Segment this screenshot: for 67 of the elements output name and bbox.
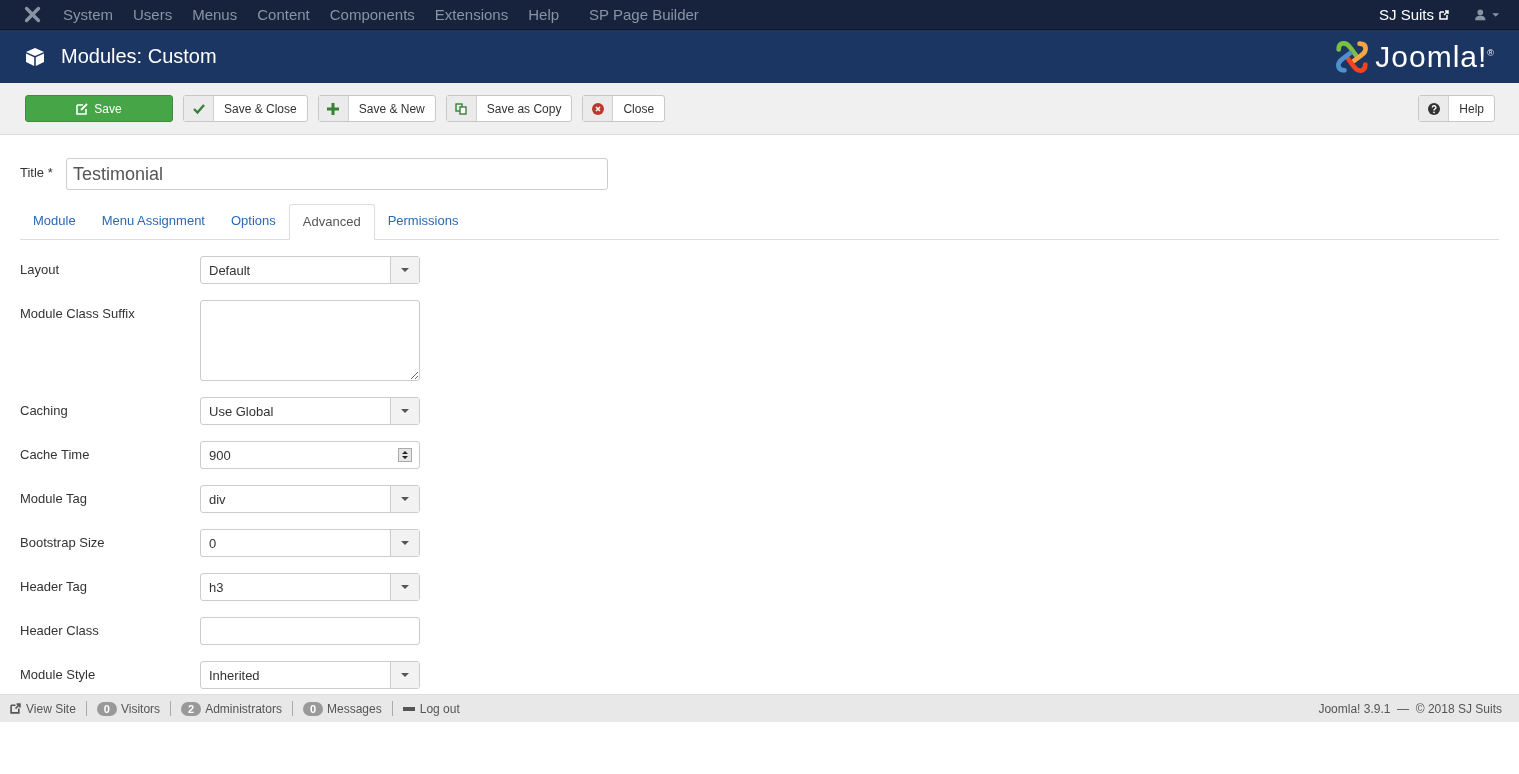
check-icon bbox=[192, 102, 205, 115]
logout-link[interactable]: Log out bbox=[419, 701, 460, 716]
caret-icon bbox=[401, 497, 409, 501]
caret-icon bbox=[401, 585, 409, 589]
user-menu-icon[interactable] bbox=[1475, 8, 1501, 21]
select-field[interactable]: Inherited bbox=[200, 661, 420, 689]
site-link[interactable]: SJ Suits bbox=[1378, 6, 1434, 23]
count-badge: 0 bbox=[302, 701, 323, 716]
menu-item[interactable]: Menus bbox=[192, 6, 238, 23]
help-icon bbox=[1427, 102, 1440, 115]
field-label: Header Tag bbox=[20, 578, 88, 594]
field-label: Bootstrap Size bbox=[20, 534, 106, 550]
caret-icon bbox=[401, 541, 409, 545]
menu-item[interactable]: Users bbox=[133, 6, 173, 23]
number-field[interactable]: 900 bbox=[200, 441, 420, 469]
field-label: Layout bbox=[20, 261, 61, 277]
select-field[interactable]: div bbox=[200, 485, 420, 513]
tab[interactable]: Permissions bbox=[374, 204, 472, 239]
status-link[interactable]: Messages bbox=[327, 701, 382, 716]
menu-item[interactable]: SP Page Builder bbox=[589, 6, 699, 23]
tab[interactable]: Module bbox=[20, 204, 89, 239]
status-link[interactable]: Administrators bbox=[205, 701, 282, 716]
tab[interactable]: Advanced bbox=[288, 204, 375, 240]
menu-item[interactable]: Extensions bbox=[434, 6, 509, 23]
caret-icon bbox=[401, 673, 409, 677]
minus-icon bbox=[402, 706, 415, 711]
status-link[interactable]: Visitors bbox=[120, 701, 161, 716]
toolbar-button[interactable]: Close bbox=[582, 95, 666, 122]
count-badge: 2 bbox=[181, 701, 202, 716]
field-label: Header Class bbox=[20, 622, 100, 638]
field-label: Module Tag bbox=[20, 490, 88, 506]
field-label: Cache Time bbox=[20, 446, 91, 462]
plus-icon bbox=[327, 102, 340, 115]
text-field[interactable] bbox=[200, 617, 420, 645]
select-field[interactable]: Use Global bbox=[200, 397, 420, 425]
menu-item[interactable]: Help bbox=[528, 6, 560, 23]
select-field[interactable]: h3 bbox=[200, 573, 420, 601]
field-label: Module Style bbox=[20, 666, 97, 682]
toolbar-button[interactable]: Save as Copy bbox=[445, 95, 573, 122]
toolbar-button[interactable]: Save & Close bbox=[183, 95, 308, 122]
close-icon bbox=[591, 102, 604, 115]
copy-icon bbox=[455, 102, 468, 115]
menu-item[interactable]: Content bbox=[257, 6, 310, 23]
field-label: Module Class Suffix bbox=[20, 305, 136, 321]
count-badge: 0 bbox=[96, 701, 117, 716]
menu-item[interactable]: Components bbox=[329, 6, 415, 23]
edit-icon bbox=[76, 102, 89, 115]
brand-wordmark: Joomla!$^{®}$ bbox=[1375, 39, 1495, 74]
page-title: Modules: Custom bbox=[61, 45, 217, 68]
view-site-link[interactable]: View Site bbox=[26, 701, 76, 716]
external-link-icon bbox=[10, 703, 21, 714]
cube-icon bbox=[25, 46, 45, 67]
toolbar-button[interactable]: Save & New bbox=[317, 95, 436, 122]
spinner-icon[interactable] bbox=[398, 448, 412, 462]
help-button[interactable]: Help bbox=[1418, 95, 1495, 122]
caret-icon bbox=[401, 409, 409, 413]
menu-item[interactable]: System bbox=[63, 6, 113, 23]
version-text: Joomla! 3.9.1 — © 2018 SJ Suits bbox=[1318, 701, 1502, 716]
tab[interactable]: Menu Assignment bbox=[88, 204, 218, 239]
field-label: Caching bbox=[20, 402, 69, 418]
external-link-icon bbox=[1439, 9, 1449, 20]
title-label: Title * bbox=[20, 164, 54, 180]
title-field[interactable]: Testimonial bbox=[66, 158, 608, 190]
tab[interactable]: Options bbox=[218, 204, 289, 239]
select-field[interactable]: Default bbox=[200, 256, 420, 284]
select-field[interactable]: 0 bbox=[200, 529, 420, 557]
caret-icon bbox=[401, 268, 409, 272]
